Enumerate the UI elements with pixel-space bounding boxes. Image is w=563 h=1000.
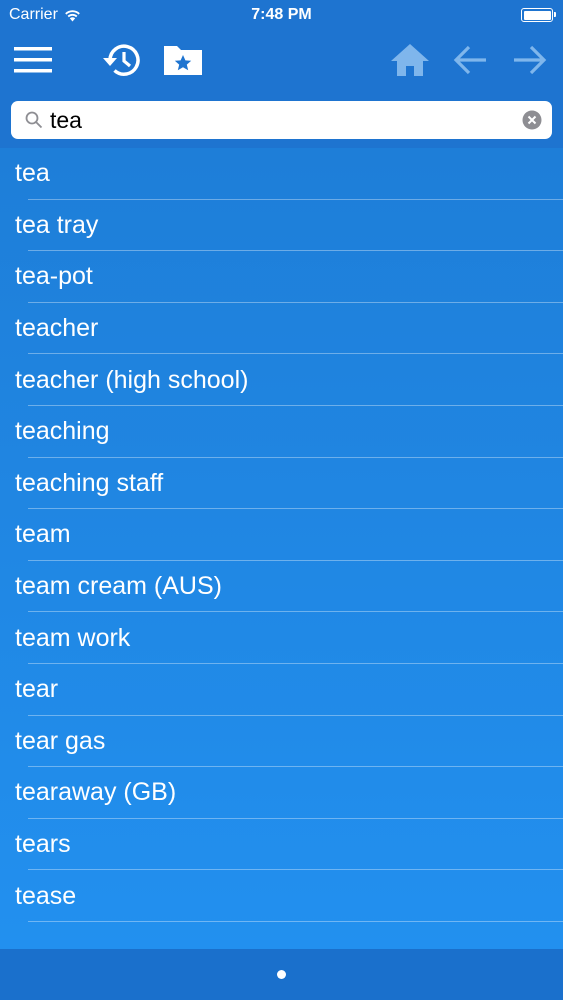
list-item[interactable]: tease [0,870,563,922]
home-icon[interactable] [387,38,433,82]
list-item[interactable]: tear gas [0,716,563,768]
list-item[interactable]: tea-pot [0,251,563,303]
toolbar [0,30,563,92]
list-item[interactable]: tea tray [0,200,563,252]
list-item[interactable]: tearaway (GB) [0,767,563,819]
list-item[interactable]: teacher [0,303,563,355]
page-indicator-bar [0,949,563,1000]
list-item[interactable]: teaching [0,406,563,458]
list-item[interactable]: teacher (high school) [0,354,563,406]
back-arrow-icon[interactable] [447,38,493,82]
favorites-folder-icon[interactable] [160,38,206,82]
page-dot[interactable] [277,970,286,979]
search-icon [25,111,43,129]
search-input[interactable] [50,105,520,135]
forward-arrow-icon[interactable] [507,38,553,82]
search-box[interactable] [11,101,552,139]
list-item[interactable]: team cream (AUS) [0,561,563,613]
list-item[interactable]: tears [0,819,563,871]
list-item[interactable]: tear [0,664,563,716]
battery-icon [521,8,556,22]
list-item[interactable]: teaching staff [0,458,563,510]
results-list: tea tea tray tea-pot teacher teacher (hi… [0,148,563,949]
list-item[interactable]: team work [0,612,563,664]
list-item[interactable]: team [0,509,563,561]
status-bar: Carrier 7:48 PM [0,0,563,30]
search-bar [0,92,563,148]
menu-icon[interactable] [10,38,56,82]
clear-search-icon[interactable] [522,110,542,130]
history-icon[interactable] [99,38,145,82]
status-time: 7:48 PM [251,6,312,23]
list-item[interactable]: tea [0,148,563,200]
